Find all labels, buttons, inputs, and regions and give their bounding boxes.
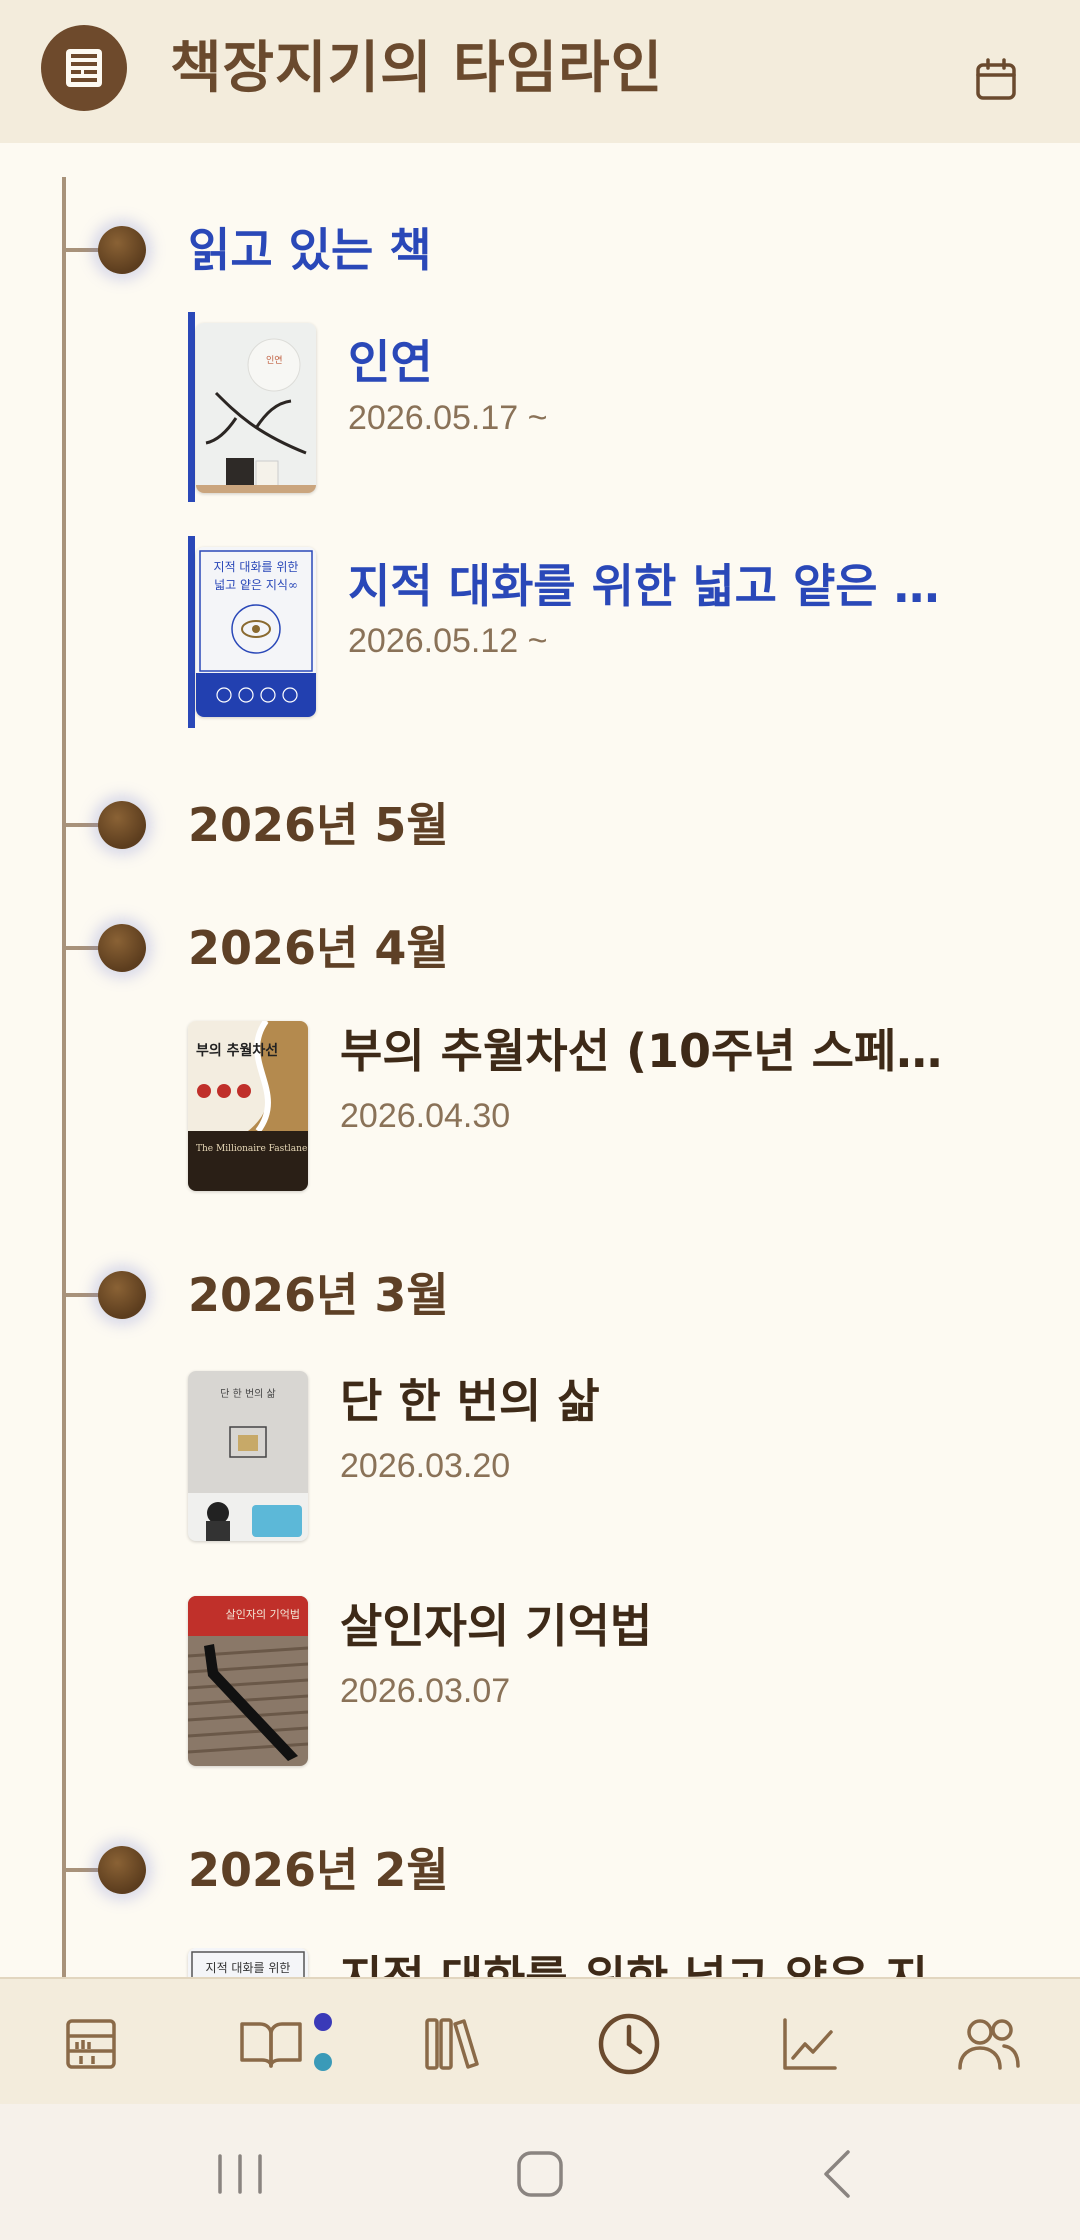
section-month: 2026년 4월 [0,903,1080,993]
book-cover: 살인자의 기억법 [188,1596,308,1766]
recent-apps-icon[interactable] [210,2144,270,2204]
cover-subtext: The Millionaire Fastlane [196,1144,307,1154]
section-title: 2026년 2월 [188,1843,449,1897]
section-title: 2026년 5월 [188,798,449,852]
page-title: 책장지기의 타임라인 [170,36,664,101]
book-date: 2026.04.30 [340,1097,511,1135]
section-month: 2026년 2월 [0,1825,1080,1915]
book-date: 2026.05.12 ~ [348,622,548,660]
book-title: 부의 추월차선 (10주년 스페셜 에디션) [340,1024,970,1078]
reading-accent-bar [188,536,195,728]
book-open-icon[interactable] [236,2009,306,2079]
book-entry[interactable]: 부의 추월차선 The Millionaire Fastlane 부의 추월차선… [0,1021,1080,1201]
clock-icon[interactable] [594,2009,664,2079]
app-header: 책장지기의 타임라인 [0,0,1080,143]
back-icon[interactable] [810,2144,870,2204]
section-month: 2026년 3월 [0,1250,1080,1340]
book-cover: 지적 대화를 위한 넓고 얕은 지식∞ [196,547,316,717]
book-title: 인연 [348,335,433,389]
section-reading: 읽고 있는 책 [0,205,1080,295]
system-nav-bar [0,2104,1080,2240]
timeline-dot [98,924,146,972]
book-title: 지적 대화를 위한 넓고 얕은 지식∞ [348,559,958,613]
reading-indicator-dot [314,2053,332,2071]
book-cover: 부의 추월차선 The Millionaire Fastlane [188,1021,308,1191]
section-title: 2026년 4월 [188,921,449,975]
cover-text: 부의 추월차선 [196,1042,278,1059]
cover-text: 지적 대화를 위한 [206,1961,291,1975]
cover-text: 인연 [266,355,283,366]
book-entry-reading-2[interactable]: 지적 대화를 위한 넓고 얕은 지식∞ 지적 대화를 위한 넓고 얕은 지식∞ … [0,536,1080,728]
book-date: 2026.03.07 [340,1672,511,1710]
users-icon[interactable] [954,2009,1024,2079]
book-entry[interactable]: 살인자의 기억법 살인자의 기억법 2026.03.07 [0,1596,1080,1776]
book-entry-reading-1[interactable]: 인연 인연 2026.05.17 ~ [0,312,1080,502]
reading-accent-bar [188,312,195,502]
calendar-icon[interactable] [972,56,1020,104]
section-title: 읽고 있는 책 [188,223,432,277]
book-title: 살인자의 기억법 [340,1599,653,1653]
book-entry[interactable]: 지적 대화를 위한 지적 대화를 위한 넓고 얕은 지식 ∞ [0,1948,1080,1977]
book-cover: 인연 [196,323,316,493]
library-icon[interactable] [416,2009,486,2079]
section-title: 2026년 3월 [188,1268,449,1322]
chart-icon[interactable] [774,2009,844,2079]
cover-text: 살인자의 기억법 [226,1608,300,1621]
cover-text: 단 한 번의 삶 [220,1388,276,1400]
book-title: 단 한 번의 삶 [340,1374,600,1428]
book-entry[interactable]: 단 한 번의 삶 단 한 번의 삶 2026.03.20 [0,1371,1080,1551]
home-icon[interactable] [510,2144,570,2204]
timeline-dot [98,1846,146,1894]
bookshelf-icon[interactable] [41,25,127,111]
svg-text:지적 대화를 위한: 지적 대화를 위한 [214,560,299,574]
book-title: 지적 대화를 위한 넓고 얕은 지식 ∞ [340,1948,1000,1977]
book-cover: 지적 대화를 위한 [188,1948,308,1977]
shelf-icon[interactable] [56,2009,126,2079]
timeline-dot [98,1271,146,1319]
book-date: 2026.05.17 ~ [348,399,548,437]
book-date: 2026.03.20 [340,1447,511,1485]
timeline-dot [98,226,146,274]
svg-text:넓고 얕은 지식∞: 넓고 얕은 지식∞ [214,578,298,592]
bottom-nav [0,1977,1080,2104]
section-month: 2026년 5월 [0,780,1080,870]
book-cover: 단 한 번의 삶 [188,1371,308,1541]
reading-indicator-dot [314,2013,332,2031]
timeline-dot [98,801,146,849]
